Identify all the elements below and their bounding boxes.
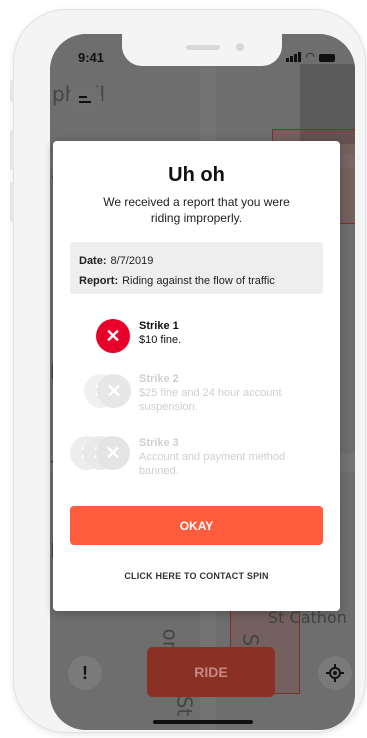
strike-description: Account and payment method banned. <box>139 451 286 477</box>
report-reason-label: Report: <box>79 275 119 287</box>
alert-icon: ! <box>82 662 88 683</box>
phone-volume-up <box>10 130 14 170</box>
speaker-grille <box>186 45 220 50</box>
report-date-value: 8/7/2019 <box>110 255 154 267</box>
alert-button[interactable]: ! <box>68 656 102 690</box>
ride-button-label: RIDE <box>194 664 228 680</box>
strike-title: Strike 2 <box>139 373 179 385</box>
report-reason-row: Report: Riding against the flow of traffi… <box>79 271 323 291</box>
strike-item: ✕ ✕ ✕ Strike 3 Account and payment metho… <box>70 436 313 484</box>
menu-icon <box>79 96 91 103</box>
front-camera <box>236 43 244 51</box>
locate-icon <box>326 664 344 682</box>
menu-button[interactable] <box>68 82 102 116</box>
contact-support-link[interactable]: CLICK HERE TO CONTACT SPIN <box>53 571 340 581</box>
strike-item: ✕ Strike 1 $10 fine. <box>83 319 313 367</box>
close-x-icon: ✕ <box>96 319 130 353</box>
report-date-label: Date: <box>79 255 107 267</box>
phone-notch <box>122 34 282 66</box>
home-indicator[interactable] <box>153 720 253 724</box>
status-time: 9:41 <box>78 50 105 65</box>
phone-side-button <box>10 80 14 102</box>
strike-description: $25 fine and 24 hour account suspension. <box>139 387 282 413</box>
okay-button[interactable]: OKAY <box>70 506 323 545</box>
report-reason-value: Riding against the flow of traffic <box>122 275 275 287</box>
modal-title: Uh oh <box>168 164 225 186</box>
ride-button[interactable]: RIDE <box>147 647 275 697</box>
status-icons: ◠ <box>286 51 335 63</box>
modal-message: We received a report that you were ridin… <box>103 195 290 225</box>
close-x-icon: ✕ <box>97 374 131 408</box>
strike-item: ✕ ✕ Strike 2 $25 fine and 24 hour accoun… <box>83 372 313 420</box>
wifi-icon: ◠ <box>305 51 315 63</box>
phone-volume-down <box>10 182 14 222</box>
strike-description: $10 fine. <box>139 334 182 346</box>
okay-button-label: OKAY <box>179 518 214 533</box>
battery-icon <box>319 54 335 62</box>
close-x-icon: ✕ <box>96 436 130 470</box>
strike-title: Strike 3 <box>139 437 179 449</box>
warning-modal: Uh oh We received a report that you were… <box>53 141 340 611</box>
strike-title: Strike 1 <box>139 320 179 332</box>
signal-icon <box>286 52 302 62</box>
report-details: Date: 8/7/2019 Report: Riding against the … <box>70 242 323 294</box>
report-date-row: Date: 8/7/2019 <box>79 251 323 271</box>
locate-button[interactable] <box>318 656 352 690</box>
